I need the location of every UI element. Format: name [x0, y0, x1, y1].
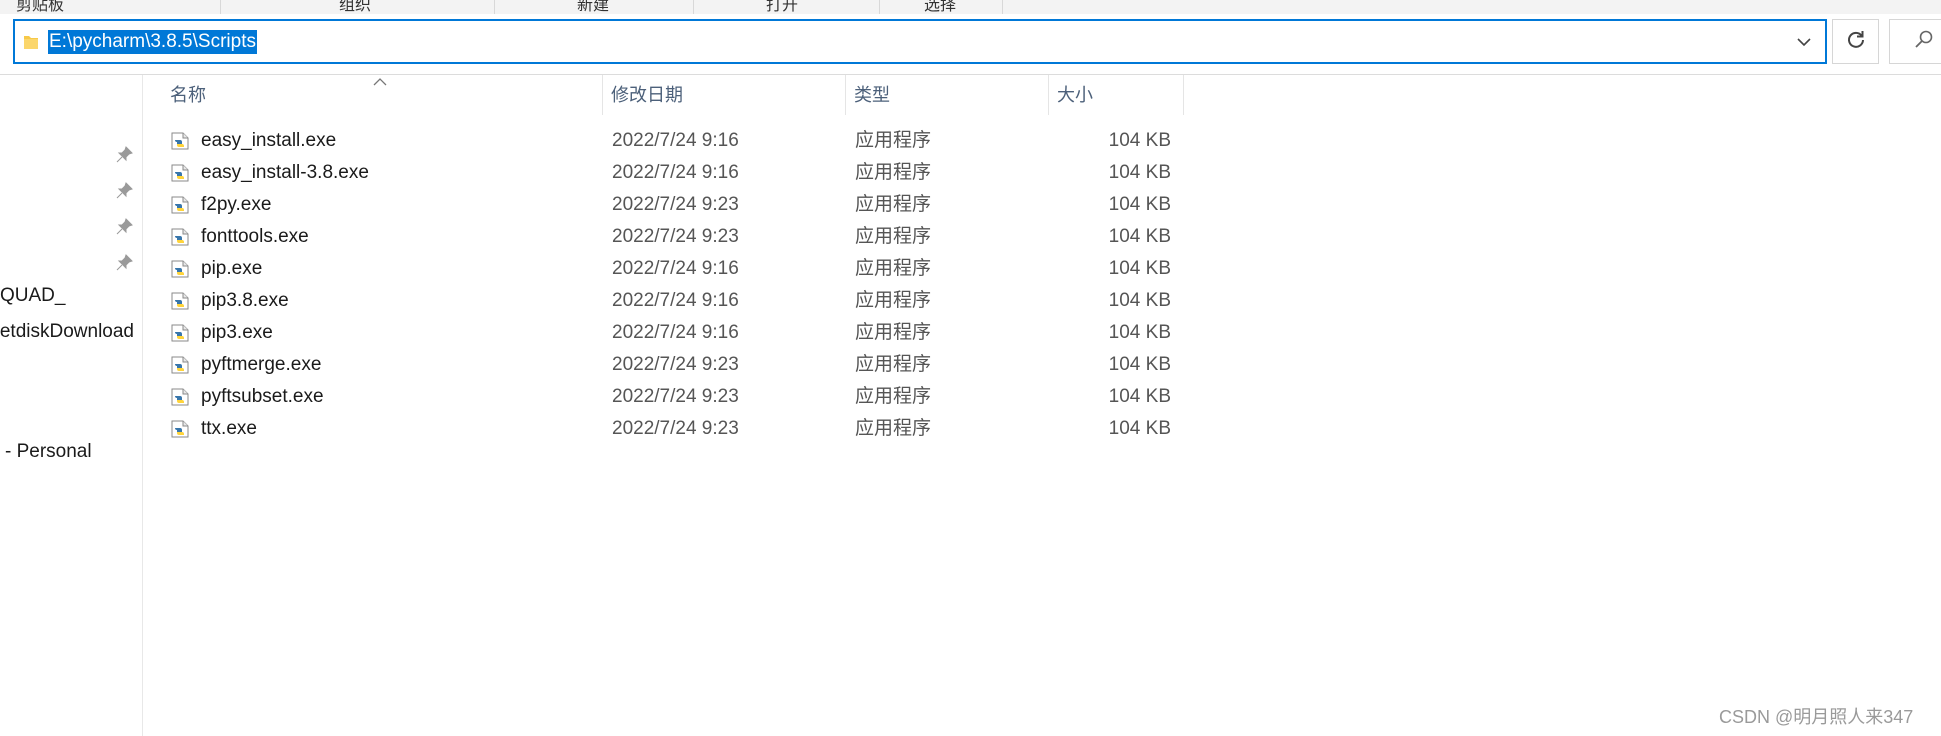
file-type: 应用程序 — [855, 418, 932, 439]
file-name: pyftsubset.exe — [201, 386, 324, 407]
chevron-down-icon[interactable] — [1793, 31, 1815, 53]
column-header-size-label: 大小 — [1057, 85, 1093, 105]
file-row[interactable]: pip3.exe 2022/7/24 9:16 应用程序 104 KB — [166, 317, 1186, 349]
file-size: 104 KB — [1108, 354, 1171, 375]
file-modified-date: 2022/7/24 9:16 — [612, 258, 739, 279]
file-modified-date: 2022/7/24 9:23 — [612, 418, 739, 439]
column-header-size[interactable]: 大小 — [1049, 75, 1184, 115]
address-bar-row: E:\pycharm\3.8.5\Scripts — [0, 14, 1941, 75]
ribbon-group-open[interactable]: 打开 — [757, 0, 807, 14]
file-type: 应用程序 — [855, 258, 932, 279]
python-exe-icon — [170, 355, 190, 375]
file-name: pip3.exe — [201, 322, 273, 343]
file-size: 104 KB — [1108, 162, 1171, 183]
ribbon-group-organize[interactable]: 组织 — [325, 0, 385, 14]
file-type: 应用程序 — [855, 354, 932, 375]
file-size: 104 KB — [1108, 322, 1171, 343]
column-header-name-label: 名称 — [170, 85, 206, 105]
file-type: 应用程序 — [855, 162, 932, 183]
file-row[interactable]: f2py.exe 2022/7/24 9:23 应用程序 104 KB — [166, 189, 1186, 221]
pin-icon[interactable] — [116, 254, 133, 271]
python-exe-icon — [170, 259, 190, 279]
file-type: 应用程序 — [855, 194, 932, 215]
ribbon-separator — [1002, 0, 1003, 14]
file-modified-date: 2022/7/24 9:16 — [612, 162, 739, 183]
file-type: 应用程序 — [855, 386, 932, 407]
file-modified-date: 2022/7/24 9:23 — [612, 226, 739, 247]
file-modified-date: 2022/7/24 9:16 — [612, 290, 739, 311]
file-row[interactable]: easy_install.exe 2022/7/24 9:16 应用程序 104 KB — [166, 125, 1186, 157]
address-bar[interactable]: E:\pycharm\3.8.5\Scripts — [13, 19, 1827, 64]
nav-item-quad[interactable]: QUAD_ — [0, 285, 65, 307]
ribbon-group-clipboard[interactable]: 剪贴板 — [10, 0, 70, 14]
file-modified-date: 2022/7/24 9:16 — [612, 322, 739, 343]
file-name: ttx.exe — [201, 418, 257, 439]
python-exe-icon — [170, 227, 190, 247]
pin-icon[interactable] — [116, 218, 133, 235]
file-row[interactable]: fonttools.exe 2022/7/24 9:23 应用程序 104 KB — [166, 221, 1186, 253]
ribbon-separator — [879, 0, 880, 14]
file-type: 应用程序 — [855, 226, 932, 247]
file-modified-date: 2022/7/24 9:23 — [612, 386, 739, 407]
python-exe-icon — [170, 195, 190, 215]
file-type: 应用程序 — [855, 322, 932, 343]
column-header-modified-label: 修改日期 — [611, 85, 683, 105]
file-row[interactable]: ttx.exe 2022/7/24 9:23 应用程序 104 KB — [166, 413, 1186, 445]
file-modified-date: 2022/7/24 9:23 — [612, 354, 739, 375]
file-size: 104 KB — [1108, 194, 1171, 215]
python-exe-icon — [170, 387, 190, 407]
nav-item-netdisk-download[interactable]: etdiskDownload — [0, 321, 134, 343]
search-icon — [1914, 29, 1934, 54]
file-row[interactable]: pip.exe 2022/7/24 9:16 应用程序 104 KB — [166, 253, 1186, 285]
python-exe-icon — [170, 323, 190, 343]
navigation-pane: QUAD_ etdiskDownload - Personal — [0, 75, 143, 736]
file-name: easy_install.exe — [201, 130, 337, 151]
ribbon-group-new[interactable]: 新建 — [563, 0, 623, 14]
file-name: pyftmerge.exe — [201, 354, 322, 375]
pin-icon[interactable] — [116, 182, 133, 199]
file-row[interactable]: pyftsubset.exe 2022/7/24 9:23 应用程序 104 KB — [166, 381, 1186, 413]
file-row[interactable]: easy_install-3.8.exe 2022/7/24 9:16 应用程序 10… — [166, 157, 1186, 189]
file-name: pip.exe — [201, 258, 263, 279]
file-name: easy_install-3.8.exe — [201, 162, 369, 183]
python-exe-icon — [170, 163, 190, 183]
refresh-button[interactable] — [1832, 19, 1879, 64]
file-size: 104 KB — [1108, 386, 1171, 407]
file-size: 104 KB — [1108, 418, 1171, 439]
refresh-icon — [1846, 29, 1866, 54]
sort-ascending-icon — [373, 73, 387, 86]
ribbon-toolbar: 剪贴板 组织 新建 打开 选择 — [0, 0, 1941, 15]
file-type: 应用程序 — [855, 130, 932, 151]
file-size: 104 KB — [1108, 226, 1171, 247]
python-exe-icon — [170, 131, 190, 151]
pin-icon[interactable] — [116, 146, 133, 163]
file-name: fonttools.exe — [201, 226, 309, 247]
column-header-type[interactable]: 类型 — [846, 75, 1049, 115]
file-modified-date: 2022/7/24 9:16 — [612, 130, 739, 151]
nav-item-onedrive-personal[interactable]: - Personal — [5, 441, 92, 463]
column-header-modified[interactable]: 修改日期 — [603, 75, 846, 115]
file-name: f2py.exe — [201, 194, 272, 215]
ribbon-group-select[interactable]: 选择 — [915, 0, 965, 14]
address-path[interactable]: E:\pycharm\3.8.5\Scripts — [48, 30, 257, 54]
file-size: 104 KB — [1108, 258, 1171, 279]
ribbon-separator — [693, 0, 694, 14]
file-size: 104 KB — [1108, 130, 1171, 151]
column-header-type-label: 类型 — [854, 85, 890, 105]
ribbon-separator — [494, 0, 495, 14]
python-exe-icon — [170, 419, 190, 439]
watermark-text: CSDN @明月照人来347 — [1719, 707, 1914, 727]
search-box[interactable] — [1889, 19, 1941, 64]
file-name: pip3.8.exe — [201, 290, 289, 311]
folder-icon — [23, 33, 39, 50]
ribbon-separator — [220, 0, 221, 14]
file-row[interactable]: pip3.8.exe 2022/7/24 9:16 应用程序 104 KB — [166, 285, 1186, 317]
python-exe-icon — [170, 291, 190, 311]
file-type: 应用程序 — [855, 290, 932, 311]
file-row[interactable]: pyftmerge.exe 2022/7/24 9:23 应用程序 104 KB — [166, 349, 1186, 381]
file-size: 104 KB — [1108, 290, 1171, 311]
file-modified-date: 2022/7/24 9:23 — [612, 194, 739, 215]
